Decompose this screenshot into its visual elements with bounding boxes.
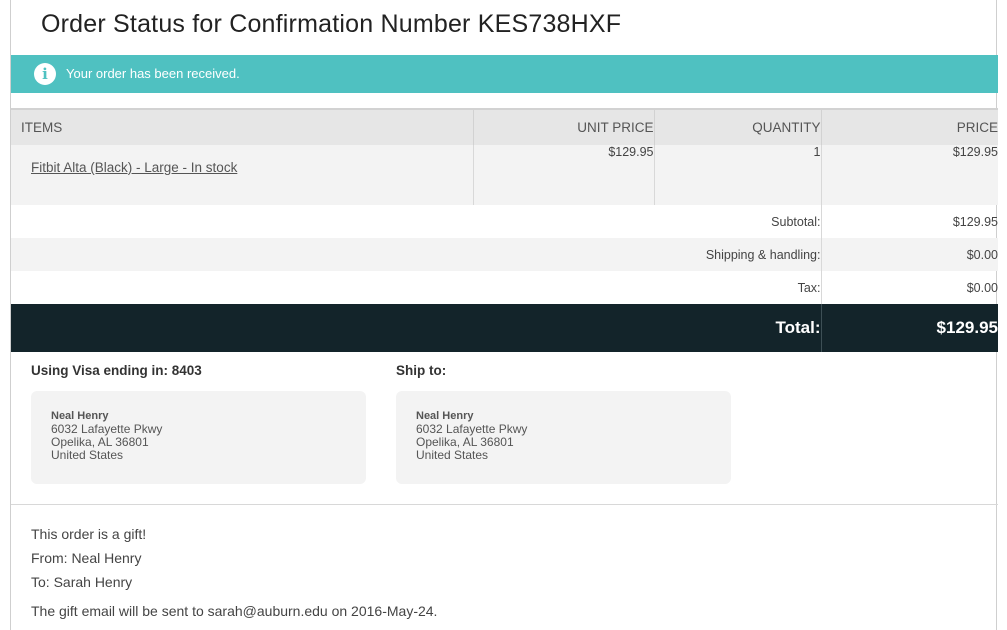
- item-quantity: 1: [653, 145, 821, 205]
- shipping-row: Shipping & handling: $0.00: [11, 238, 998, 271]
- gift-notice: This order is a gift!: [31, 526, 147, 542]
- ship-to-label: Ship to:: [396, 363, 447, 378]
- alert-message: Your order has been received.: [66, 66, 240, 81]
- item-link[interactable]: Fitbit Alta (Black) - Large - In stock: [31, 160, 237, 175]
- billing-country: United States: [51, 448, 124, 462]
- table-header-row: ITEMS UNIT PRICE QUANTITY PRICE: [11, 108, 998, 145]
- billing-address-box: Neal Henry 6032 Lafayette Pkwy Opelika, …: [31, 391, 366, 484]
- gift-to: To: Sarah Henry: [31, 574, 133, 590]
- order-items-table: ITEMS UNIT PRICE QUANTITY PRICE Fitbit A…: [11, 108, 998, 352]
- item-price: $129.95: [820, 145, 998, 205]
- total-label: Total:: [11, 304, 821, 352]
- shipping-value: $0.00: [820, 238, 998, 271]
- header-unit-price: UNIT PRICE: [472, 108, 654, 145]
- tax-value: $0.00: [820, 271, 998, 304]
- shipping-label: Shipping & handling:: [11, 238, 821, 271]
- shipping-country: United States: [416, 448, 489, 462]
- section-divider: [11, 504, 998, 505]
- tax-label: Tax:: [797, 280, 821, 295]
- page-title: Order Status for Confirmation Number KES…: [41, 10, 622, 38]
- header-price: PRICE: [820, 108, 998, 145]
- total-value: $129.95: [820, 304, 998, 352]
- header-items: ITEMS: [11, 108, 473, 145]
- payment-label: Using Visa ending in: 8403: [31, 363, 202, 378]
- tax-row: Tax: $0.00: [11, 271, 998, 304]
- info-icon: i: [34, 63, 56, 85]
- table-row: Fitbit Alta (Black) - Large - In stock $…: [11, 145, 998, 205]
- subtotal-label: Subtotal:: [771, 214, 821, 229]
- gift-email-note: The gift email will be sent to sarah@aub…: [31, 603, 438, 619]
- item-unit-price: $129.95: [472, 145, 654, 205]
- subtotal-row: Subtotal: $129.95: [11, 205, 998, 238]
- gift-from: From: Neal Henry: [31, 550, 142, 566]
- order-status-panel: Order Status for Confirmation Number KES…: [10, 0, 998, 630]
- shipping-address-box: Neal Henry 6032 Lafayette Pkwy Opelika, …: [396, 391, 731, 484]
- order-received-alert: i Your order has been received.: [11, 55, 998, 93]
- total-row: Total: $129.95: [11, 304, 998, 352]
- header-quantity: QUANTITY: [653, 108, 821, 145]
- subtotal-value: $129.95: [820, 205, 998, 238]
